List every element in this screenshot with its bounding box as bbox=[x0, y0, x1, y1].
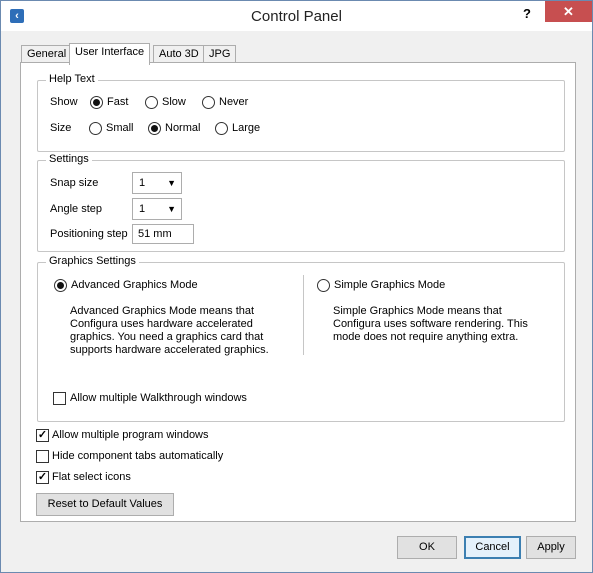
window-title: Control Panel bbox=[251, 8, 342, 25]
show-fast-radio[interactable] bbox=[90, 96, 103, 109]
show-fast-label: Fast bbox=[107, 96, 129, 108]
snap-size-select[interactable]: 1 ▼ bbox=[132, 172, 182, 194]
help-button[interactable]: ? bbox=[517, 4, 537, 24]
show-never-label: Never bbox=[219, 96, 249, 108]
graphics-divider bbox=[303, 275, 304, 355]
size-large-radio[interactable] bbox=[215, 122, 228, 135]
angle-step-value: 1 bbox=[139, 203, 146, 215]
show-label: Show bbox=[50, 96, 78, 108]
advanced-graphics-label: Advanced Graphics Mode bbox=[71, 279, 198, 291]
hide-component-tabs-label: Hide component tabs automatically bbox=[52, 450, 224, 462]
advanced-desc-line: Advanced Graphics Mode means that bbox=[70, 305, 255, 317]
positioning-step-input[interactable]: 51 mm bbox=[132, 224, 194, 244]
chevron-down-icon: ▼ bbox=[167, 178, 176, 188]
angle-step-label: Angle step bbox=[50, 203, 102, 215]
close-button[interactable]: ✕ bbox=[545, 1, 592, 22]
walkthrough-checkbox[interactable] bbox=[53, 392, 66, 405]
positioning-step-label: Positioning step bbox=[50, 228, 128, 240]
size-normal-radio[interactable] bbox=[148, 122, 161, 135]
show-never-radio[interactable] bbox=[202, 96, 215, 109]
simple-graphics-radio[interactable] bbox=[317, 279, 330, 292]
simple-desc-line: mode does not require anything extra. bbox=[333, 331, 519, 343]
tab-panel-user-interface: Help Text Show Fast Slow Never Size Smal… bbox=[20, 62, 576, 522]
reset-defaults-button[interactable]: Reset to Default Values bbox=[36, 493, 174, 516]
flat-select-icons-checkbox[interactable]: ✓ bbox=[36, 471, 49, 484]
size-large-label: Large bbox=[232, 122, 261, 134]
cancel-button[interactable]: Cancel bbox=[464, 536, 521, 559]
tab-user-interface[interactable]: User Interface bbox=[69, 43, 151, 65]
snap-size-label: Snap size bbox=[50, 177, 99, 189]
advanced-graphics-radio[interactable] bbox=[54, 279, 67, 292]
multiple-program-windows-label: Allow multiple program windows bbox=[52, 429, 209, 441]
ok-button[interactable]: OK bbox=[397, 536, 457, 559]
show-slow-radio[interactable] bbox=[145, 96, 158, 109]
show-slow-label: Slow bbox=[162, 96, 186, 108]
chevron-down-icon: ▼ bbox=[167, 204, 176, 214]
settings-group: Settings Snap size 1 ▼ Angle step 1 ▼ Po… bbox=[37, 153, 565, 252]
size-small-radio[interactable] bbox=[89, 122, 102, 135]
snap-size-value: 1 bbox=[139, 177, 146, 189]
angle-step-select[interactable]: 1 ▼ bbox=[132, 198, 182, 220]
graphics-settings-group: Graphics Settings Advanced Graphics Mode… bbox=[37, 255, 565, 422]
title-bar: ‹ Control Panel ? ✕ bbox=[1, 1, 592, 31]
simple-graphics-description: Simple Graphics Mode means that Configur… bbox=[333, 305, 528, 344]
control-panel-window: ‹ Control Panel ? ✕ General User Interfa… bbox=[0, 0, 593, 573]
advanced-desc-line: Configura uses hardware accelerated bbox=[70, 318, 253, 330]
advanced-desc-line: graphics. You need a graphics card that bbox=[70, 331, 264, 343]
advanced-graphics-description: Advanced Graphics Mode means that Config… bbox=[70, 305, 269, 357]
advanced-desc-line: supports hardware accelerated graphics. bbox=[70, 344, 269, 356]
simple-graphics-label: Simple Graphics Mode bbox=[334, 279, 446, 291]
apply-button[interactable]: Apply bbox=[526, 536, 576, 559]
help-text-group: Help Text Show Fast Slow Never Size Smal… bbox=[37, 73, 565, 152]
size-small-label: Small bbox=[106, 122, 134, 134]
walkthrough-label: Allow multiple Walkthrough windows bbox=[70, 392, 247, 404]
graphics-settings-legend: Graphics Settings bbox=[46, 255, 139, 267]
size-label: Size bbox=[50, 122, 72, 134]
multiple-program-windows-checkbox[interactable]: ✓ bbox=[36, 429, 49, 442]
help-text-legend: Help Text bbox=[46, 73, 98, 85]
settings-legend: Settings bbox=[46, 153, 92, 165]
hide-component-tabs-checkbox[interactable] bbox=[36, 450, 49, 463]
simple-desc-line: Simple Graphics Mode means that bbox=[333, 305, 502, 317]
simple-desc-line: Configura uses software rendering. This bbox=[333, 318, 528, 330]
size-normal-label: Normal bbox=[165, 122, 201, 134]
close-icon: ✕ bbox=[563, 4, 574, 19]
flat-select-icons-label: Flat select icons bbox=[52, 471, 131, 483]
